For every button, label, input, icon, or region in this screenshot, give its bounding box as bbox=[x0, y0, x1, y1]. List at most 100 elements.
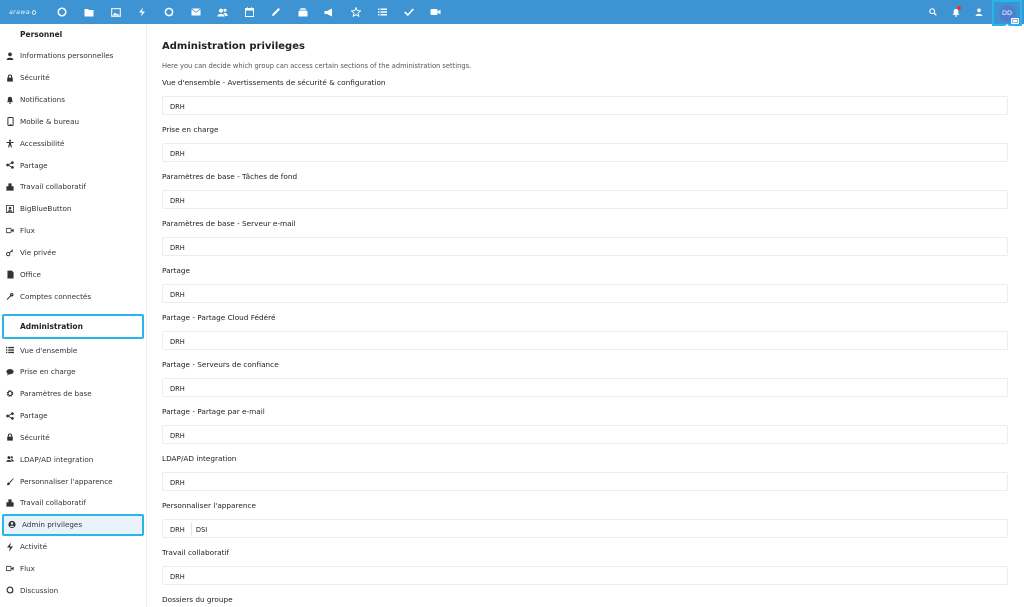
share-icon bbox=[6, 411, 14, 420]
search-icon[interactable] bbox=[921, 0, 944, 24]
files-icon[interactable] bbox=[76, 0, 103, 24]
privilege-section: Prise en charge DRH bbox=[162, 123, 1010, 162]
sidebar-item-flux[interactable]: Flux bbox=[0, 220, 146, 242]
video-icon[interactable] bbox=[423, 0, 450, 24]
group-tag[interactable]: DRH bbox=[165, 381, 190, 395]
group-tag[interactable]: DRH bbox=[165, 334, 190, 348]
group-select-input[interactable]: DRH bbox=[162, 237, 1008, 256]
list-icon bbox=[6, 346, 14, 354]
bell-icon bbox=[6, 96, 14, 104]
calendar-icon[interactable] bbox=[236, 0, 263, 24]
privilege-label: Partage - Partage par e-mail bbox=[162, 407, 265, 416]
sidebar-item-vie-privee[interactable]: Vie privée bbox=[0, 242, 146, 264]
logo[interactable]: arawa bbox=[9, 8, 49, 16]
group-tag[interactable]: DRH bbox=[165, 475, 190, 489]
privilege-section: Partage - Partage Cloud Fédéré DRH bbox=[162, 311, 1010, 350]
stream-icon bbox=[6, 227, 14, 235]
activity-icon[interactable] bbox=[129, 0, 156, 24]
group-select-input[interactable]: DRH bbox=[162, 425, 1008, 444]
sidebar-item-label: Informations personnelles bbox=[20, 51, 114, 61]
check-icon[interactable] bbox=[396, 0, 423, 24]
sidebar-item-admin-prise-en-charge[interactable]: Prise en charge bbox=[0, 361, 146, 383]
contacts-icon[interactable] bbox=[209, 0, 236, 24]
sidebar-item-mobile-bureau[interactable]: Mobile & bureau bbox=[0, 111, 146, 133]
wrench-icon bbox=[6, 292, 14, 300]
announcements-icon[interactable] bbox=[316, 0, 343, 24]
sidebar-item-admin-partage[interactable]: Partage bbox=[0, 405, 146, 427]
status-icon bbox=[1010, 17, 1019, 24]
privilege-label: Partage - Partage Cloud Fédéré bbox=[162, 313, 276, 322]
deck-icon[interactable] bbox=[289, 0, 316, 24]
user-menu[interactable]: DD bbox=[992, 0, 1022, 28]
list-icon[interactable] bbox=[369, 0, 396, 24]
sidebar-item-informations-personnelles[interactable]: Informations personnelles bbox=[0, 45, 146, 67]
group-tag[interactable]: DRH bbox=[165, 428, 190, 442]
sidebar-item-label: Admin privileges bbox=[22, 520, 83, 530]
sidebar-item-admin-activite[interactable]: Activité bbox=[0, 536, 146, 558]
privilege-label: Prise en charge bbox=[162, 125, 219, 134]
sidebar-item-label: Travail collaboratif bbox=[20, 182, 87, 192]
group-select-input[interactable]: DRH bbox=[162, 143, 1008, 162]
sidebar-item-admin-admin-privileges[interactable]: Admin privileges bbox=[2, 513, 144, 536]
sidebar-item-comptes-connectes[interactable]: Comptes connectés bbox=[0, 285, 146, 307]
group-select-input[interactable]: DRH bbox=[162, 190, 1008, 209]
group-tag[interactable]: DRH bbox=[165, 146, 190, 160]
sidebar-item-admin-ldap-ad-integration[interactable]: LDAP/AD integration bbox=[0, 448, 146, 470]
settings-sidebar: Personnel Informations personnelles Sécur… bbox=[0, 24, 147, 607]
sidebar-item-notifications[interactable]: Notifications bbox=[0, 89, 146, 111]
privilege-label: LDAP/AD integration bbox=[162, 454, 237, 463]
activity-icon bbox=[6, 542, 14, 552]
group-select-input[interactable]: DRH bbox=[162, 378, 1008, 397]
sidebar-item-admin-personnaliser-l-apparence[interactable]: Personnaliser l'apparence bbox=[0, 470, 146, 492]
sidebar-item-bigbluebutton[interactable]: BigBlueButton bbox=[0, 198, 146, 220]
sidebar-item-label: Sécurité bbox=[20, 432, 50, 442]
notes-icon[interactable] bbox=[263, 0, 290, 24]
mail-icon[interactable] bbox=[182, 0, 209, 24]
photos-icon[interactable] bbox=[102, 0, 129, 24]
key-icon bbox=[6, 248, 14, 257]
sidebar-item-label: Notifications bbox=[20, 95, 65, 105]
collab-icon bbox=[6, 183, 14, 191]
group-tag[interactable]: DRH bbox=[165, 287, 190, 301]
group-select-input[interactable]: DRH bbox=[162, 96, 1008, 115]
sidebar-item-admin-discussion[interactable]: Discussion bbox=[0, 580, 146, 602]
main-content: Administration privileges Here you can d… bbox=[162, 24, 1010, 607]
group-tag[interactable]: DRH bbox=[165, 569, 190, 583]
group-select-input[interactable]: DRH bbox=[162, 331, 1008, 350]
office-icon bbox=[6, 270, 14, 279]
group-tag[interactable]: DRH bbox=[165, 522, 190, 536]
group-tag[interactable]: DRH bbox=[165, 99, 190, 113]
group-tag[interactable]: DRH bbox=[165, 240, 190, 254]
group-select-input[interactable]: DRH bbox=[162, 472, 1008, 491]
sidebar-item-admin-securite[interactable]: Sécurité bbox=[0, 427, 146, 449]
group-tag[interactable]: DSI bbox=[190, 521, 212, 536]
sidebar-item-partage[interactable]: Partage bbox=[0, 154, 146, 176]
sidebar-item-admin-flux[interactable]: Flux bbox=[0, 558, 146, 580]
sidebar-item-label: Paramètres de base bbox=[20, 389, 92, 399]
sidebar-item-admin-travail-collaboratif[interactable]: Travail collaboratif bbox=[0, 492, 146, 514]
tasks-star-icon[interactable] bbox=[343, 0, 370, 24]
page-title: Administration privileges bbox=[162, 41, 305, 52]
sidebar-item-admin-parametres-de-base[interactable]: Paramètres de base bbox=[0, 383, 146, 405]
group-select-input[interactable]: DRH bbox=[162, 284, 1008, 303]
talk-icon bbox=[6, 586, 14, 594]
notifications-icon[interactable] bbox=[944, 0, 967, 24]
sidebar-item-admin-vue-d-ensemble[interactable]: Vue d'ensemble bbox=[0, 339, 146, 361]
group-select-input[interactable]: DRH DSI bbox=[162, 519, 1008, 538]
talk-icon[interactable] bbox=[156, 0, 183, 24]
sidebar-item-securite[interactable]: Sécurité bbox=[0, 67, 146, 89]
privileges-list: Vue d'ensemble - Avertissements de sécur… bbox=[162, 76, 1010, 607]
contacts-menu-icon[interactable] bbox=[967, 0, 990, 24]
sidebar-item-label: Sécurité bbox=[20, 73, 50, 83]
sidebar-item-accessibilite[interactable]: Accessibilité bbox=[0, 132, 146, 154]
sidebar-item-label: Activité bbox=[20, 542, 48, 552]
privilege-label: Paramètres de base - Tâches de fond bbox=[162, 172, 298, 181]
group-tag[interactable]: DRH bbox=[165, 193, 190, 207]
admin-icon bbox=[8, 521, 16, 529]
dashboard-icon[interactable] bbox=[49, 0, 76, 24]
personal-settings-list: Informations personnelles Sécurité Notific… bbox=[0, 45, 146, 307]
sidebar-item-travail-collaboratif[interactable]: Travail collaboratif bbox=[0, 176, 146, 198]
sidebar-item-office[interactable]: Office bbox=[0, 263, 146, 285]
group-select-input[interactable]: DRH bbox=[162, 566, 1008, 585]
privilege-section: Personnaliser l'apparence DRH DSI bbox=[162, 499, 1010, 538]
